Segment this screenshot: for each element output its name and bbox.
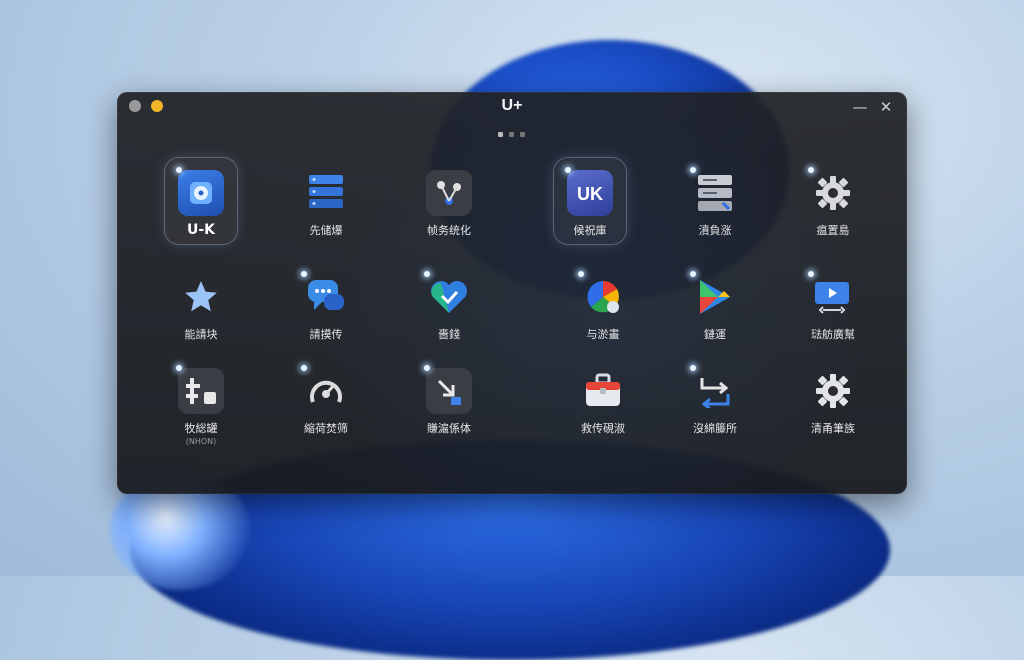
app-settings[interactable]: 瘟置島: [783, 167, 883, 238]
app-download[interactable]: 賺滬係体: [399, 365, 499, 436]
app-label: 帧务统化: [427, 224, 471, 237]
uk-badge-icon: UK: [565, 167, 613, 216]
app-label: 救传硯淑: [581, 422, 625, 435]
app-label: 清甬筆族: [811, 422, 855, 435]
toolbox-icon: [580, 368, 626, 414]
app-general-settings[interactable]: 清甬筆族: [783, 368, 883, 436]
color-wheel-icon: [578, 271, 626, 320]
window-title: U+: [501, 97, 523, 114]
svg-text:UK: UK: [577, 184, 603, 204]
app-server[interactable]: 濆負涨: [665, 167, 765, 238]
page-dot[interactable]: [520, 132, 525, 137]
tool-grid-icon: [176, 365, 224, 414]
app-label: 沒綿籐所: [693, 422, 737, 435]
minimize-button[interactable]: —: [851, 98, 869, 116]
page-indicator[interactable]: [498, 132, 525, 137]
settings-gear-icon: [810, 368, 856, 414]
app-label: 先储爆: [309, 224, 343, 237]
app-radar[interactable]: 縮荷焚筛: [276, 365, 376, 436]
heart-check-icon: [424, 271, 472, 320]
page-dot[interactable]: [509, 132, 514, 137]
app-color[interactable]: 与淤畫: [553, 271, 653, 342]
video-screen-icon: [808, 271, 856, 320]
app-label: 与淤畫: [586, 328, 620, 341]
app-tools[interactable]: 牧総罐 (NHON): [151, 365, 251, 446]
app-favorites[interactable]: 能請块: [151, 274, 251, 342]
app-label: 能請块: [184, 328, 218, 341]
app-storage[interactable]: 先储爆: [276, 170, 376, 238]
app-toolbox[interactable]: 救传硯淑: [553, 368, 653, 436]
app-label: 縮荷焚筛: [304, 422, 348, 435]
app-label: 請摸传: [309, 328, 343, 341]
app-uk-badge[interactable]: UK 候祝庫: [540, 167, 640, 238]
download-arrow-icon: [424, 365, 472, 414]
title-bar: U+ — ✕: [117, 92, 907, 122]
gear-icon: [808, 167, 856, 216]
chat-bubbles-icon: [301, 271, 349, 320]
server-rack-icon: [690, 167, 738, 216]
star-icon: [178, 274, 224, 320]
app-store[interactable]: 鏈運: [665, 271, 765, 342]
app-label: 琺舫廣幫: [811, 328, 855, 341]
app-label: 濆負涨: [698, 224, 732, 237]
server-stack-icon: [303, 170, 349, 216]
app-label: 嗇錢: [438, 328, 460, 341]
app-sublabel: (NHON): [185, 437, 217, 446]
app-label: 牧総罐: [184, 422, 218, 435]
app-uk[interactable]: U-K: [151, 167, 251, 238]
launcher-window: U+ — ✕ U-K 先储爆 帧务统化 UK 候祝庫 濆負涨 瘟置島 能請块 請…: [117, 92, 907, 494]
disk-photo-icon: [176, 167, 224, 216]
app-label: 候祝庫: [573, 224, 607, 237]
flow-arrows-icon: [690, 365, 738, 414]
page-dot-active[interactable]: [498, 132, 503, 137]
app-label: U-K: [186, 222, 216, 238]
app-workflow[interactable]: 沒綿籐所: [665, 365, 765, 436]
app-messages[interactable]: 請摸传: [276, 271, 376, 342]
radar-icon: [301, 365, 349, 414]
app-network[interactable]: 帧务统化: [399, 170, 499, 238]
app-video[interactable]: 琺舫廣幫: [783, 271, 883, 342]
app-label: 鏈運: [704, 328, 726, 341]
app-label: 賺滬係体: [427, 422, 471, 435]
app-health[interactable]: 嗇錢: [399, 271, 499, 342]
app-label: 瘟置島: [816, 224, 850, 237]
play-store-icon: [690, 271, 738, 320]
close-button[interactable]: ✕: [877, 98, 895, 116]
share-nodes-icon: [426, 170, 472, 216]
